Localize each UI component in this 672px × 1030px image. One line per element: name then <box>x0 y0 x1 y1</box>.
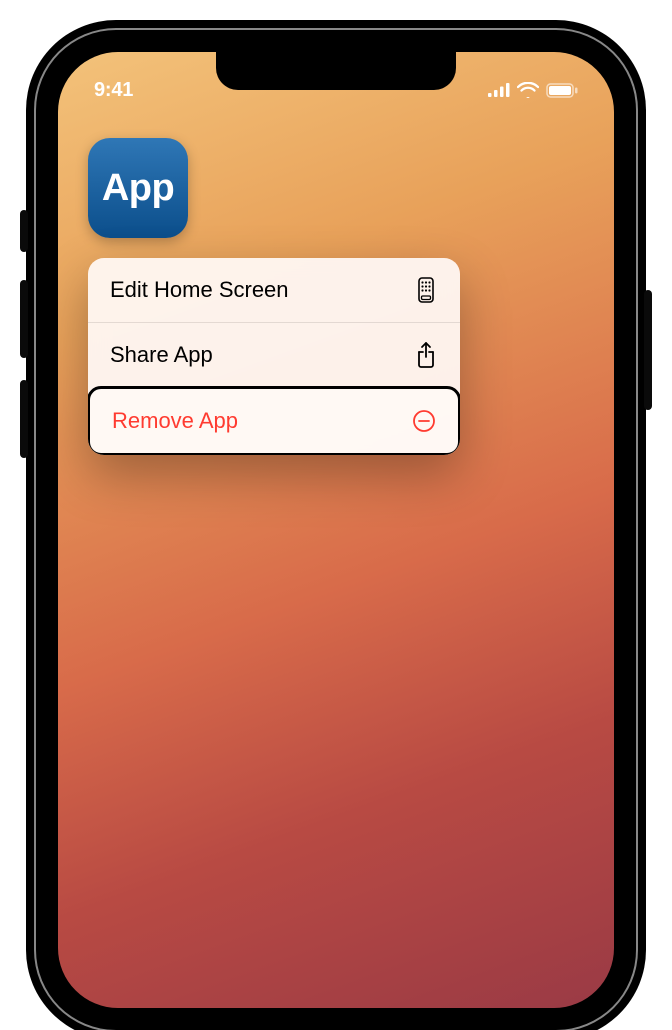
remove-icon <box>412 409 436 433</box>
menu-item-edit-home-screen[interactable]: Edit Home Screen <box>88 258 460 322</box>
menu-item-share-app[interactable]: Share App <box>88 322 460 387</box>
menu-item-label: Remove App <box>112 408 238 434</box>
home-screen[interactable]: 9:41 <box>58 52 614 1008</box>
status-time: 9:41 <box>94 79 133 102</box>
power-button[interactable] <box>644 290 652 410</box>
status-indicators <box>488 82 578 98</box>
volume-down-button[interactable] <box>20 380 28 458</box>
battery-icon <box>546 83 578 98</box>
context-menu: Edit Home Screen <box>88 258 460 455</box>
app-icon[interactable]: App <box>88 138 188 238</box>
cellular-icon <box>488 83 510 97</box>
wifi-icon <box>517 82 539 98</box>
home-screen-icon <box>414 278 438 302</box>
volume-up-button[interactable] <box>20 280 28 358</box>
notch <box>216 52 456 90</box>
app-icon-label: App <box>102 167 174 210</box>
share-icon <box>414 343 438 367</box>
menu-item-remove-app[interactable]: Remove App <box>88 386 460 455</box>
mute-switch[interactable] <box>20 210 28 252</box>
phone-frame: 9:41 <box>36 30 636 1030</box>
menu-item-label: Share App <box>110 342 213 368</box>
menu-item-label: Edit Home Screen <box>110 277 289 303</box>
